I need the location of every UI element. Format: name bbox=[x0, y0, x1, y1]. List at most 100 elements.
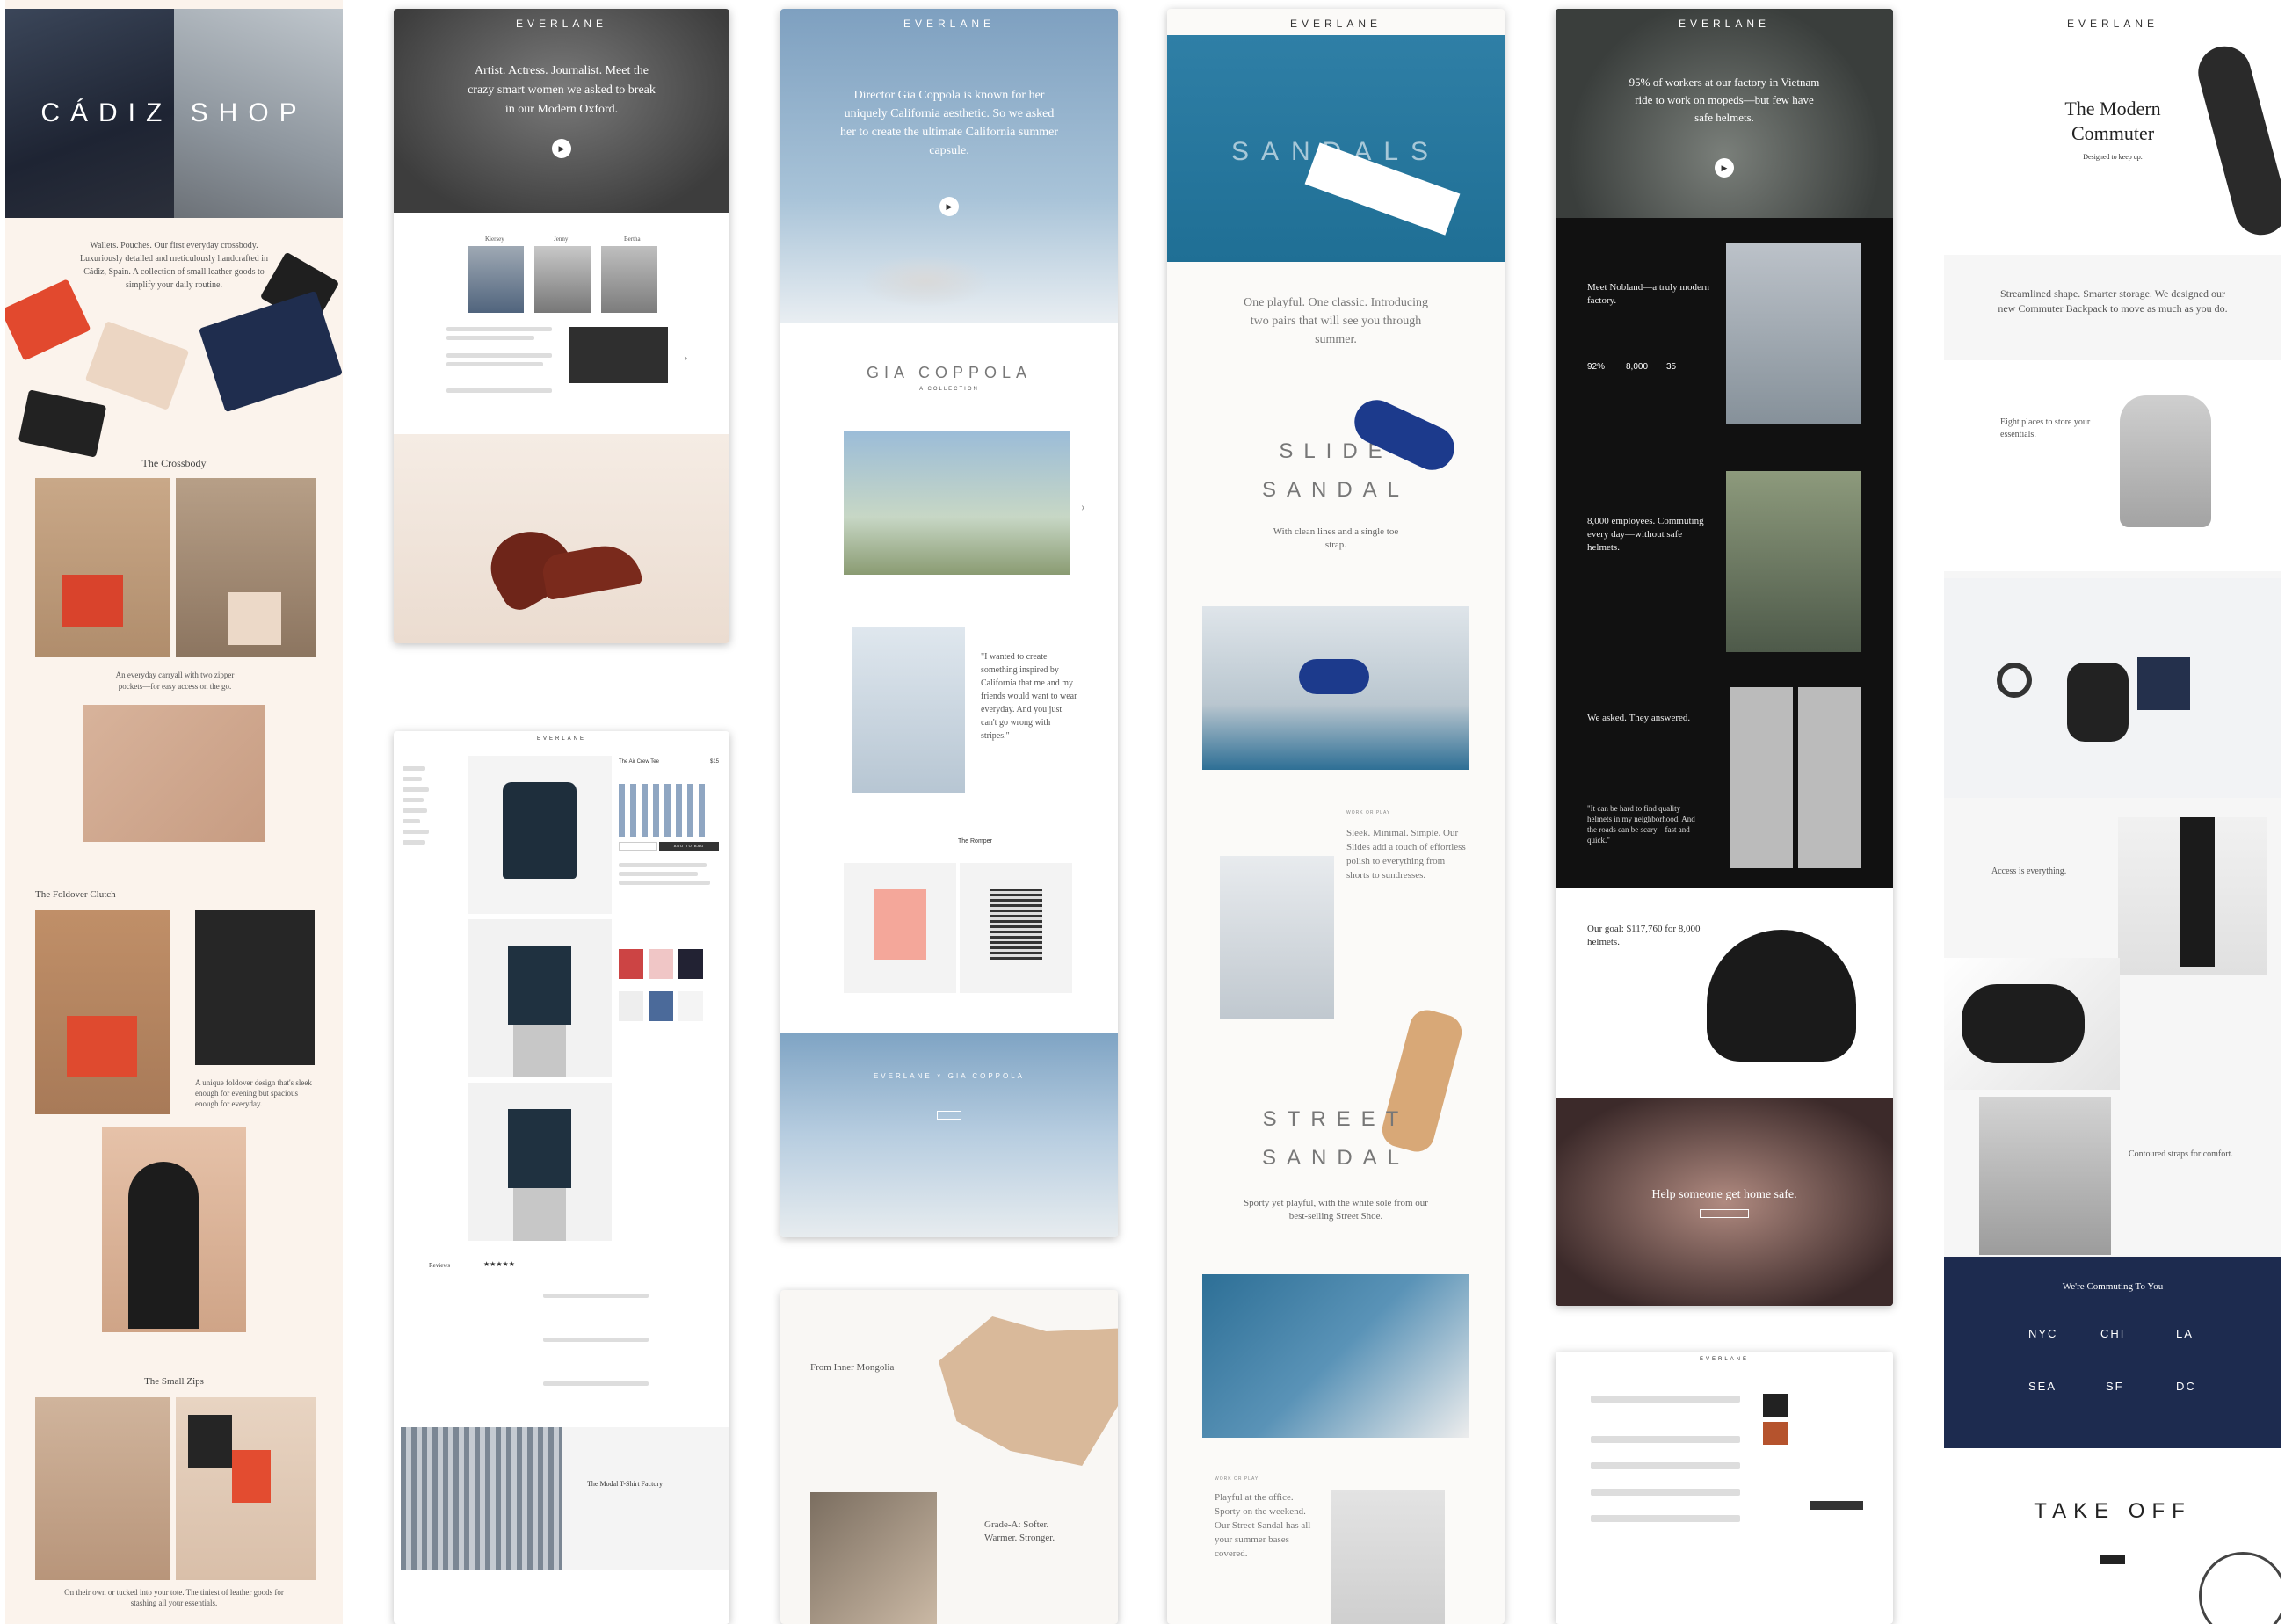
flatlay-panel bbox=[1944, 578, 2281, 798]
portrait-jenny[interactable] bbox=[534, 246, 591, 313]
related-pink[interactable] bbox=[649, 949, 673, 979]
black-dress bbox=[128, 1162, 199, 1329]
bio-line bbox=[446, 353, 552, 358]
carousel-next-icon[interactable]: › bbox=[1081, 501, 1085, 515]
order-item bbox=[1763, 1394, 1788, 1417]
video-thumb[interactable] bbox=[569, 327, 668, 383]
add-to-bag-button[interactable]: ADD TO BAG bbox=[659, 842, 719, 851]
black-zip bbox=[188, 1415, 232, 1468]
zips-title: The Small Zips bbox=[144, 1376, 204, 1387]
romper-stripe[interactable] bbox=[960, 863, 1072, 993]
zips-caption: On their own or tucked into your tote. T… bbox=[64, 1588, 284, 1607]
sidebar-line bbox=[403, 798, 424, 802]
related-navy[interactable] bbox=[678, 949, 703, 979]
city-la[interactable]: LA bbox=[2176, 1327, 2194, 1340]
tee-flat-image bbox=[468, 756, 612, 914]
form-field[interactable] bbox=[1591, 1515, 1740, 1522]
city-chi[interactable]: CHI bbox=[2100, 1327, 2125, 1340]
play-icon: ▶ bbox=[946, 201, 953, 211]
cream-bag bbox=[228, 592, 281, 645]
order-item bbox=[1763, 1422, 1788, 1445]
sidebar-line bbox=[403, 840, 425, 845]
gia-hero-text: Director Gia Coppola is known for her un… bbox=[839, 89, 1058, 157]
play-button[interactable]: ▶ bbox=[1715, 158, 1734, 178]
checkout-logo[interactable]: EVERLANE bbox=[1556, 1357, 1893, 1362]
eight-places-panel bbox=[1944, 360, 2281, 571]
form-field[interactable] bbox=[1591, 1462, 1740, 1469]
walking-legs bbox=[2180, 817, 2215, 967]
name-jenny: Jenny bbox=[554, 236, 569, 243]
sandals-logo[interactable]: EVERLANE bbox=[1167, 18, 1505, 30]
commuter-hero-title: The Modern Commuter bbox=[2064, 98, 2161, 144]
city-dc[interactable]: DC bbox=[2176, 1380, 2196, 1393]
related-white[interactable] bbox=[619, 991, 643, 1021]
crowd-photo bbox=[1556, 1098, 1893, 1306]
mongolia-page: From Inner Mongolia Grade-A: Softer. War… bbox=[780, 1290, 1118, 1624]
shop-now-button[interactable] bbox=[937, 1111, 961, 1120]
wallet-red bbox=[5, 279, 91, 361]
wallet-navy bbox=[198, 290, 343, 413]
zips-image-right bbox=[176, 1397, 316, 1580]
desk-image bbox=[83, 705, 265, 842]
intro-text: Wallets. Pouches. Our first everyday cro… bbox=[79, 241, 269, 290]
related-denim[interactable] bbox=[649, 991, 673, 1021]
city-sea[interactable]: SEA bbox=[2028, 1380, 2056, 1393]
play-button[interactable]: ▶ bbox=[552, 139, 571, 158]
crossbody-title: The Crossbody bbox=[141, 457, 207, 469]
worker-quote: "It can be hard to find quality helmets … bbox=[1587, 804, 1695, 845]
portrait-kiersey[interactable] bbox=[468, 246, 524, 313]
straps-photo bbox=[1979, 1097, 2111, 1255]
oxford-logo[interactable]: EVERLANE bbox=[394, 18, 729, 30]
red-bag bbox=[62, 575, 123, 627]
city-sf[interactable]: SF bbox=[2106, 1380, 2124, 1393]
street-photo bbox=[1202, 1274, 1469, 1438]
employees-text: 8,000 employees. Commuting every day—wit… bbox=[1587, 516, 1704, 553]
office-photo bbox=[1331, 1490, 1445, 1624]
review-stars: ★★★★★ bbox=[483, 1260, 515, 1268]
review-line bbox=[543, 1338, 649, 1342]
portrait-bertha[interactable] bbox=[601, 246, 657, 313]
donate-button[interactable] bbox=[1700, 1209, 1749, 1218]
gia-portrait bbox=[852, 627, 965, 793]
detail-line bbox=[619, 881, 710, 885]
stat-3: 35 bbox=[1666, 362, 1677, 372]
gia-logo[interactable]: EVERLANE bbox=[780, 18, 1118, 30]
grade-text: Grade-A: Softer. Warmer. Stronger. bbox=[984, 1519, 1055, 1543]
model-shirt bbox=[508, 1109, 571, 1188]
collection-title: GIA COPPOLA bbox=[866, 364, 1033, 381]
tab-romper[interactable]: The Romper bbox=[958, 838, 992, 845]
form-field[interactable] bbox=[1591, 1396, 1740, 1403]
tan-sandal bbox=[1378, 1005, 1466, 1156]
mongolia-title: From Inner Mongolia bbox=[810, 1362, 895, 1373]
stat-2: 8,000 bbox=[1626, 362, 1649, 372]
size-select[interactable] bbox=[619, 842, 657, 851]
play-button[interactable]: ▶ bbox=[939, 197, 959, 216]
tee-shape bbox=[503, 782, 577, 879]
related-red[interactable] bbox=[619, 949, 643, 979]
black-bag-detail bbox=[1962, 984, 2085, 1063]
form-field[interactable] bbox=[1591, 1489, 1740, 1496]
review-line bbox=[543, 1294, 649, 1298]
carousel-next-icon[interactable]: › bbox=[684, 352, 688, 366]
street-title-2: SANDAL bbox=[1261, 1146, 1411, 1170]
romper-pink[interactable] bbox=[844, 863, 956, 993]
stripe-romper bbox=[990, 889, 1042, 960]
product-logo[interactable]: EVERLANE bbox=[394, 736, 729, 742]
form-field[interactable] bbox=[1591, 1436, 1740, 1443]
takeoff-button[interactable] bbox=[2100, 1555, 2125, 1564]
flatlay-headphones bbox=[1997, 663, 2032, 698]
factory-image bbox=[401, 1427, 562, 1570]
helmet-hero-text: 95% of workers at our factory in Vietnam… bbox=[1629, 76, 1820, 124]
place-order-button[interactable] bbox=[1810, 1501, 1863, 1510]
model-pants bbox=[513, 1025, 566, 1077]
commuter-logo[interactable]: EVERLANE bbox=[1944, 18, 2281, 30]
related-white-2[interactable] bbox=[678, 991, 703, 1021]
eight-places-text: Eight places to store your essentials. bbox=[2000, 417, 2091, 439]
factory-title: The Modal T-Shirt Factory bbox=[587, 1480, 663, 1488]
helmet-logo[interactable]: EVERLANE bbox=[1556, 18, 1893, 30]
play-icon: ▶ bbox=[1721, 163, 1728, 172]
bio-line bbox=[446, 388, 552, 393]
city-nyc[interactable]: NYC bbox=[2028, 1327, 2057, 1340]
swatch-grid[interactable] bbox=[619, 784, 707, 837]
office-text: Playful at the office. Sporty on the wee… bbox=[1215, 1492, 1311, 1559]
